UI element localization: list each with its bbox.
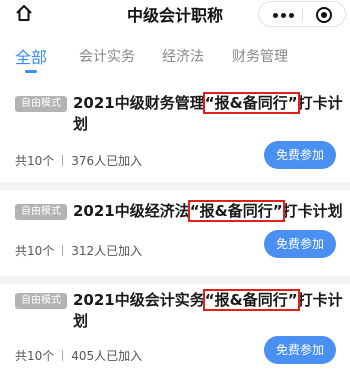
close-target-icon[interactable] xyxy=(316,7,332,23)
plan-meta: 共10个 376人已加入 xyxy=(15,152,142,169)
plan-meta: 共10个 405人已加入 xyxy=(15,347,142,364)
tab-economic-law[interactable]: 经济法 xyxy=(162,46,204,66)
mini-program-capsule xyxy=(258,1,346,27)
join-free-button[interactable]: 免费参加 xyxy=(264,336,336,364)
nav-header: 中级会计职称 xyxy=(0,0,350,28)
meta-divider xyxy=(62,155,64,166)
joined-count: 405人已加入 xyxy=(71,349,143,363)
plan-card[interactable]: 自由模式 2021中级财务管理“报&备同行”打卡计划 共10个 376人已加入 免… xyxy=(0,86,350,178)
plan-title-prefix: 2021中级会计实务 xyxy=(73,291,205,309)
plan-meta: 共10个 312人已加入 xyxy=(15,242,142,259)
plan-title-highlight: “报&备同行” xyxy=(202,92,300,114)
plan-title-prefix: 2021中级经济法 xyxy=(73,202,190,220)
meta-divider xyxy=(62,245,64,256)
card-separator xyxy=(0,182,350,190)
joined-count: 312人已加入 xyxy=(71,244,143,258)
plan-title: 2021中级财务管理“报&备同行”打卡计划 xyxy=(73,92,343,135)
plan-card[interactable]: 自由模式 2021中级会计实务“报&备同行”打卡计划 共10个 405人已加入 免… xyxy=(0,284,350,382)
tab-all[interactable]: 全部 xyxy=(15,44,47,68)
plan-title: 2021中级经济法“报&备同行”打卡计划 xyxy=(73,200,343,222)
plan-card[interactable]: 自由模式 2021中级经济法“报&备同行”打卡计划 共10个 312人已加入 免费… xyxy=(0,190,350,276)
plan-title-highlight: “报&备同行” xyxy=(187,200,285,222)
mode-badge: 自由模式 xyxy=(15,293,67,309)
more-icon[interactable] xyxy=(273,13,295,18)
tab-accounting-practice[interactable]: 会计实务 xyxy=(79,46,135,66)
plan-title-highlight: “报&备同行” xyxy=(202,289,300,311)
capsule-divider xyxy=(302,8,303,21)
active-tab-indicator xyxy=(25,70,37,73)
tab-financial-management[interactable]: 财务管理 xyxy=(232,46,288,66)
mode-badge: 自由模式 xyxy=(15,204,67,220)
join-free-button[interactable]: 免费参加 xyxy=(264,141,336,169)
item-count: 共10个 xyxy=(15,244,55,258)
join-free-button[interactable]: 免费参加 xyxy=(264,230,336,258)
mode-badge: 自由模式 xyxy=(15,96,67,112)
meta-divider xyxy=(62,350,64,361)
item-count: 共10个 xyxy=(15,349,55,363)
joined-count: 376人已加入 xyxy=(71,154,143,168)
plan-title-suffix: 打卡计划 xyxy=(282,202,343,220)
item-count: 共10个 xyxy=(15,154,55,168)
plan-title: 2021中级会计实务“报&备同行”打卡计划 xyxy=(73,289,343,332)
card-separator xyxy=(0,276,350,284)
plan-title-prefix: 2021中级财务管理 xyxy=(73,94,205,112)
category-tabs: 全部 会计实务 经济法 财务管理 xyxy=(0,46,350,76)
